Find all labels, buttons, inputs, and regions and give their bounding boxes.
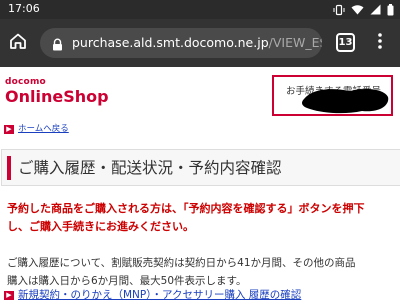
logo-small-text: docomo: [5, 77, 46, 87]
arrow-right-icon: ▶: [4, 290, 14, 300]
address-bar[interactable]: purchase.ald.smt.docomo.ne.jp/VIEW_ESITE…: [40, 28, 322, 58]
reservation-notice: 予約した商品をご購入される方は、「予約内容を確認する」ボタンを押下 し、ご購入手…: [7, 200, 397, 236]
page-title-box: ご購入履歴・配送状況・予約内容確認: [1, 149, 400, 186]
status-bar: 17:06: [0, 0, 400, 19]
info-line-1: ご購入履歴について、割賦販売契約は契約日から41か月間、その他の商品: [7, 257, 356, 269]
purchase-history-link[interactable]: ▶ 新規契約・のりかえ（MNP）・アクセサリー購入 履歴の確認: [4, 288, 301, 300]
more-vert-icon: [378, 33, 382, 53]
title-accent-bar: [7, 156, 11, 180]
notice-line-2: し、ご購入手続きにお進みください。: [7, 220, 194, 233]
arrow-right-icon: ▶: [4, 124, 14, 134]
vibrate-icon: [333, 4, 345, 16]
browser-menu-button[interactable]: [370, 32, 390, 54]
url-path: /VIEW_ESITE/ols: [268, 35, 322, 50]
home-icon: [8, 31, 28, 55]
home-button[interactable]: [6, 31, 30, 55]
signal-icon: [370, 4, 381, 15]
browser-toolbar: purchase.ald.smt.docomo.ne.jp/VIEW_ESITE…: [0, 19, 400, 67]
page-title: ご購入履歴・配送状況・予約内容確認: [18, 159, 282, 177]
wifi-icon: [351, 4, 364, 15]
logo-main-text: OnlineShop: [5, 87, 109, 106]
tab-switcher-button[interactable]: 13: [336, 33, 355, 52]
home-back-link[interactable]: ▶ ホームへ戻る: [4, 124, 69, 134]
redaction-mark: [302, 89, 389, 114]
home-back-link-label: ホームへ戻る: [18, 124, 69, 134]
battery-icon: [387, 3, 394, 16]
phone-number-box: お手続きする電話番号: [272, 75, 393, 116]
status-time: 17:06: [8, 2, 40, 15]
url-text[interactable]: purchase.ald.smt.docomo.ne.jp/VIEW_ESITE…: [72, 35, 322, 51]
url-host: purchase.ald.smt.docomo.ne.jp: [72, 35, 269, 50]
status-icons: [333, 3, 394, 16]
purchase-history-link-label: 新規契約・のりかえ（MNP）・アクセサリー購入 履歴の確認: [18, 289, 302, 300]
history-info-text: ご購入履歴について、割賦販売契約は契約日から41か月間、その他の商品 購入は購入…: [7, 254, 400, 290]
lock-icon[interactable]: [52, 36, 63, 55]
page-content: docomo OnlineShop お手続きする電話番号 ▶ ホームへ戻る ご購…: [0, 67, 400, 300]
docomo-online-shop-logo[interactable]: docomo OnlineShop: [5, 77, 109, 107]
notice-line-1: 予約した商品をご購入される方は、「予約内容を確認する」ボタンを押下: [7, 202, 365, 215]
